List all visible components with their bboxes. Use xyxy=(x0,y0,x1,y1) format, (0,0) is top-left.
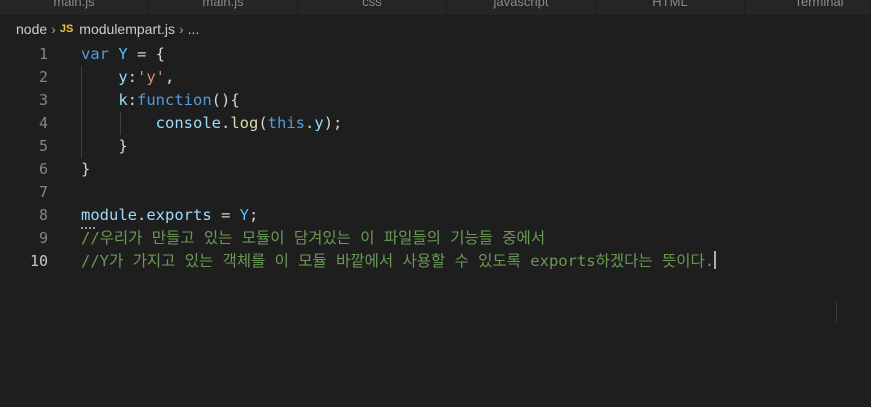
punctuation-token: , xyxy=(165,68,175,86)
text-cursor xyxy=(714,251,717,269)
comment-token: //Y가 가지고 있는 객체를 이 모듈 바깥에서 사용할 수 있도록 expo… xyxy=(81,252,715,270)
property-token: y xyxy=(118,68,128,86)
keyword-token: function xyxy=(137,91,212,109)
punctuation-token: . xyxy=(305,114,315,132)
punctuation-token: ); xyxy=(323,114,343,132)
tab-javascript[interactable]: javascript xyxy=(447,0,596,15)
constant-token: Y xyxy=(118,45,128,63)
breadcrumb: node › JS modulempart.js › ... xyxy=(0,15,871,43)
punctuation-token: ( xyxy=(258,114,268,132)
property-token: exports xyxy=(146,206,212,224)
property-token: k xyxy=(118,91,128,109)
breadcrumb-folder[interactable]: node xyxy=(16,21,47,37)
variable-token: console xyxy=(155,114,221,132)
line-number: 3 xyxy=(38,91,48,109)
punctuation-token: } xyxy=(118,137,128,155)
breadcrumb-file[interactable]: modulempart.js xyxy=(79,21,175,37)
line-number: 6 xyxy=(38,160,48,178)
code-line-9[interactable]: 9 //우리가 만들고 있는 모듈이 담겨있는 이 파일들의 기능들 중에서 xyxy=(0,227,871,250)
variable-token: module xyxy=(81,206,137,224)
tab-main-js-2[interactable]: main.js xyxy=(149,0,298,15)
punctuation-token: : xyxy=(127,91,138,109)
editor-tab-bar: main.js main.js css javascript HTML Term… xyxy=(0,0,871,15)
line-number: 2 xyxy=(38,68,48,86)
code-line-2[interactable]: 2 y:'y', xyxy=(0,66,871,89)
chevron-right-icon: › xyxy=(179,21,184,37)
tab-label: HTML xyxy=(652,0,688,9)
punctuation-token: } xyxy=(81,160,91,178)
line-number: 4 xyxy=(38,114,48,132)
chevron-right-icon: › xyxy=(51,21,56,37)
tab-label: main.js xyxy=(53,0,95,9)
tab-html[interactable]: HTML xyxy=(596,0,745,15)
js-file-icon: JS xyxy=(59,23,74,35)
line-number: 9 xyxy=(38,229,48,247)
constant-token: Y xyxy=(239,206,250,224)
line-number: 7 xyxy=(38,183,48,201)
line-number: 10 xyxy=(29,252,48,270)
punctuation-token: (){ xyxy=(211,91,240,109)
tab-label: main.js xyxy=(202,0,244,9)
function-token: log xyxy=(230,114,259,132)
code-line-7[interactable]: 7 xyxy=(0,181,871,204)
breadcrumb-symbol[interactable]: ... xyxy=(188,21,200,37)
punctuation-token: = { xyxy=(127,45,166,63)
line-number: 8 xyxy=(38,206,48,224)
code-editor[interactable]: 1 var Y = { 2 y:'y', 3 k:function(){ 4 c… xyxy=(0,43,871,407)
keyword-token: var xyxy=(81,45,109,63)
code-line-8[interactable]: 8 module.exports = Y; xyxy=(0,204,871,227)
comment-token: //우리가 만들고 있는 모듈이 담겨있는 이 파일들의 기능들 중에서 xyxy=(81,229,546,247)
punctuation-token: = xyxy=(211,206,240,224)
code-line-5[interactable]: 5 } xyxy=(0,135,871,158)
code-line-10[interactable]: 10 //Y가 가지고 있는 객체를 이 모듈 바깥에서 사용할 수 있도록 e… xyxy=(0,250,871,273)
tab-label: css xyxy=(362,0,382,9)
punctuation-token: . xyxy=(137,206,147,224)
keyword-token: this xyxy=(267,114,305,132)
tab-label: javascript xyxy=(493,0,549,9)
punctuation-token: . xyxy=(220,114,231,132)
punctuation-token: ; xyxy=(249,206,259,224)
line-number: 5 xyxy=(38,137,48,155)
string-token: 'y' xyxy=(137,68,166,86)
punctuation-token: : xyxy=(127,68,138,86)
code-line-6[interactable]: 6 } xyxy=(0,158,871,181)
code-line-3[interactable]: 3 k:function(){ xyxy=(0,89,871,112)
tab-label: Terminal xyxy=(794,0,844,9)
tab-main-js-1[interactable]: main.js xyxy=(0,0,149,15)
tab-terminal[interactable]: Terminal xyxy=(745,0,871,15)
property-token: y xyxy=(314,114,324,132)
code-line-1[interactable]: 1 var Y = { xyxy=(0,43,871,66)
tab-css[interactable]: css xyxy=(298,0,447,15)
line-number: 1 xyxy=(38,45,48,63)
cursor-line-highlight xyxy=(836,301,837,323)
code-line-4[interactable]: 4 console.log(this.y); xyxy=(0,112,871,135)
